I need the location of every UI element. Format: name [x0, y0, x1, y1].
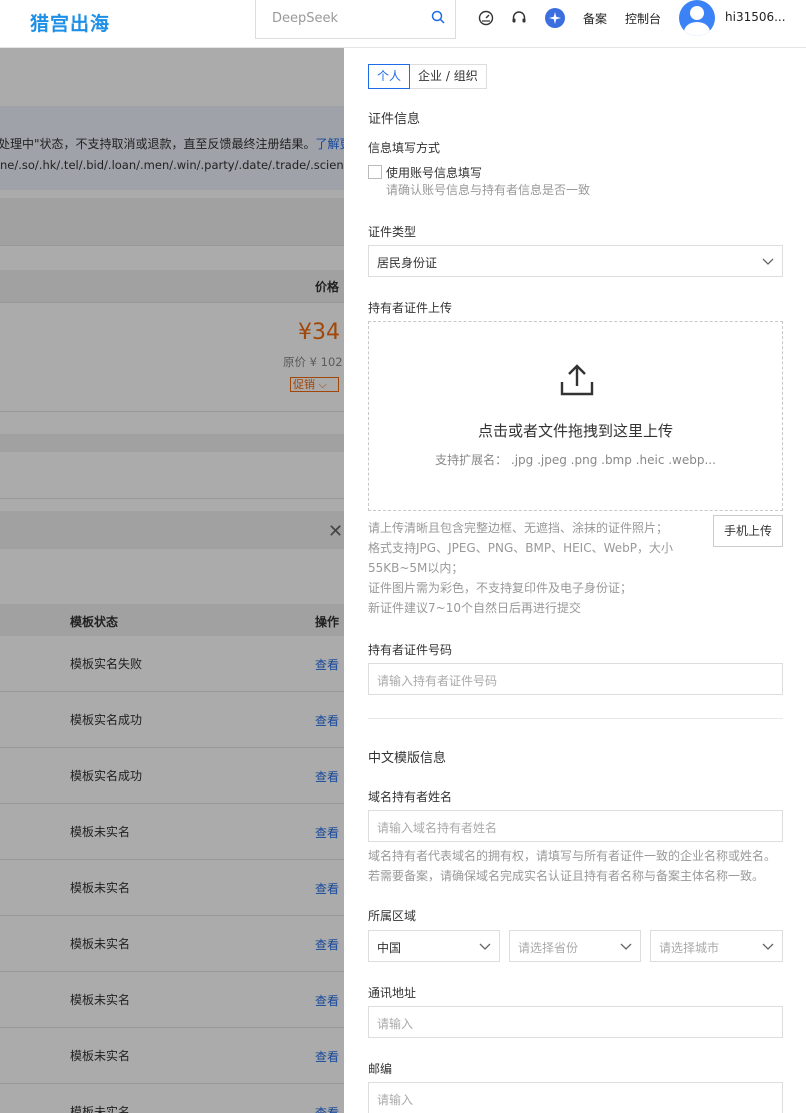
cert-type-select[interactable]: 居民身份证	[368, 245, 783, 277]
search-input[interactable]: DeepSeek	[272, 11, 338, 26]
holder-name-hint: 域名持有者代表域名的拥有权，请填写与所有者证件一致的企业名称或姓名。	[368, 849, 777, 863]
country-select[interactable]: 中国	[368, 930, 500, 962]
address-label: 通讯地址	[368, 986, 417, 1000]
upload-main-text: 点击或者文件拖拽到这里上传	[477, 422, 673, 440]
cn-template-section-title: 中文模版信息	[368, 751, 447, 766]
holder-name-input[interactable]: 请输入域名持有者姓名	[368, 810, 783, 842]
holder-type-tabs: 个人 企业 / 组织	[368, 64, 487, 89]
region-label: 所属区域	[368, 909, 417, 923]
cert-section-title: 证件信息	[368, 112, 421, 127]
upload-label: 持有者证件上传	[368, 301, 453, 315]
tab-enterprise[interactable]: 企业 / 组织	[410, 64, 487, 89]
holder-name-hint: 若需要备案，请确保域名完成实名认证且持有者名称与备案主体名称一致。	[368, 869, 765, 883]
address-placeholder: 请输入	[377, 1017, 414, 1031]
modal-overlay[interactable]	[0, 48, 344, 1113]
cert-no-input[interactable]: 请输入持有者证件号码	[368, 663, 783, 695]
city-placeholder: 请选择城市	[659, 941, 720, 955]
upload-extensions: 支持扩展名： .jpg .jpeg .png .bmp .heic .webp.…	[435, 453, 716, 467]
upload-hint: 新证件建议7~10个自然日后再进行提交	[368, 601, 581, 615]
zip-label: 邮编	[368, 1062, 393, 1076]
cert-type-value: 居民身份证	[377, 256, 438, 270]
province-select[interactable]: 请选择省份	[509, 930, 641, 962]
avatar[interactable]	[679, 0, 715, 36]
top-bar: 猎宫出海 DeepSeek 备案 控制台 hi31506...	[0, 0, 806, 48]
nav-beian[interactable]: 备案	[583, 10, 607, 27]
upload-hint: 55KB~5M以内；	[368, 561, 464, 575]
upload-hint: 请上传清晰且包含完整边框、无遮挡、涂抹的证件照片；	[368, 521, 669, 535]
chevron-down-icon	[479, 943, 491, 950]
use-account-checkbox[interactable]	[368, 165, 382, 179]
mobile-upload-button[interactable]: 手机上传	[713, 515, 783, 547]
brand-logo[interactable]: 猎宫出海	[30, 9, 110, 36]
country-value: 中国	[377, 941, 402, 955]
holder-name-placeholder: 请输入域名持有者姓名	[377, 821, 498, 835]
search-box[interactable]: DeepSeek	[255, 0, 456, 39]
holder-name-label: 域名持有者姓名	[368, 790, 453, 804]
username[interactable]: hi31506...	[725, 10, 786, 24]
search-icon[interactable]	[431, 10, 445, 24]
cert-upload-dropzone[interactable]: 点击或者文件拖拽到这里上传 支持扩展名： .jpg .jpeg .png .bm…	[368, 321, 783, 511]
cert-no-label: 持有者证件号码	[368, 643, 453, 657]
province-placeholder: 请选择省份	[518, 941, 579, 955]
chevron-down-icon	[762, 258, 774, 265]
use-account-label[interactable]: 使用账号信息填写	[386, 164, 482, 181]
chevron-down-icon	[762, 943, 774, 950]
zip-placeholder: 请输入	[377, 1093, 414, 1107]
use-account-hint: 请确认账号信息与持有者信息是否一致	[386, 183, 591, 197]
upload-hint: 格式支持JPG、JPEG、PNG、BMP、HEIC、WebP，大小	[368, 541, 673, 555]
gauge-icon[interactable]	[477, 9, 495, 27]
section-divider	[368, 718, 783, 719]
upload-hint: 证件图片需为彩色，不支持复印件及电子身份证；	[368, 581, 633, 595]
zip-input[interactable]: 请输入	[368, 1082, 783, 1113]
cert-type-label: 证件类型	[368, 225, 417, 239]
registrant-drawer: 个人 企业 / 组织 证件信息 信息填写方式 使用账号信息填写 请确认账号信息与…	[344, 48, 806, 1113]
nav-console[interactable]: 控制台	[625, 10, 661, 27]
headset-icon[interactable]	[510, 9, 528, 27]
chevron-down-icon	[620, 943, 632, 950]
fill-method-label: 信息填写方式	[368, 141, 441, 155]
tab-personal[interactable]: 个人	[368, 64, 411, 89]
upload-icon	[560, 364, 594, 396]
cert-no-placeholder: 请输入持有者证件号码	[377, 674, 498, 688]
ai-assistant-icon[interactable]	[545, 8, 565, 28]
address-input[interactable]: 请输入	[368, 1006, 783, 1038]
city-select[interactable]: 请选择城市	[650, 930, 783, 962]
